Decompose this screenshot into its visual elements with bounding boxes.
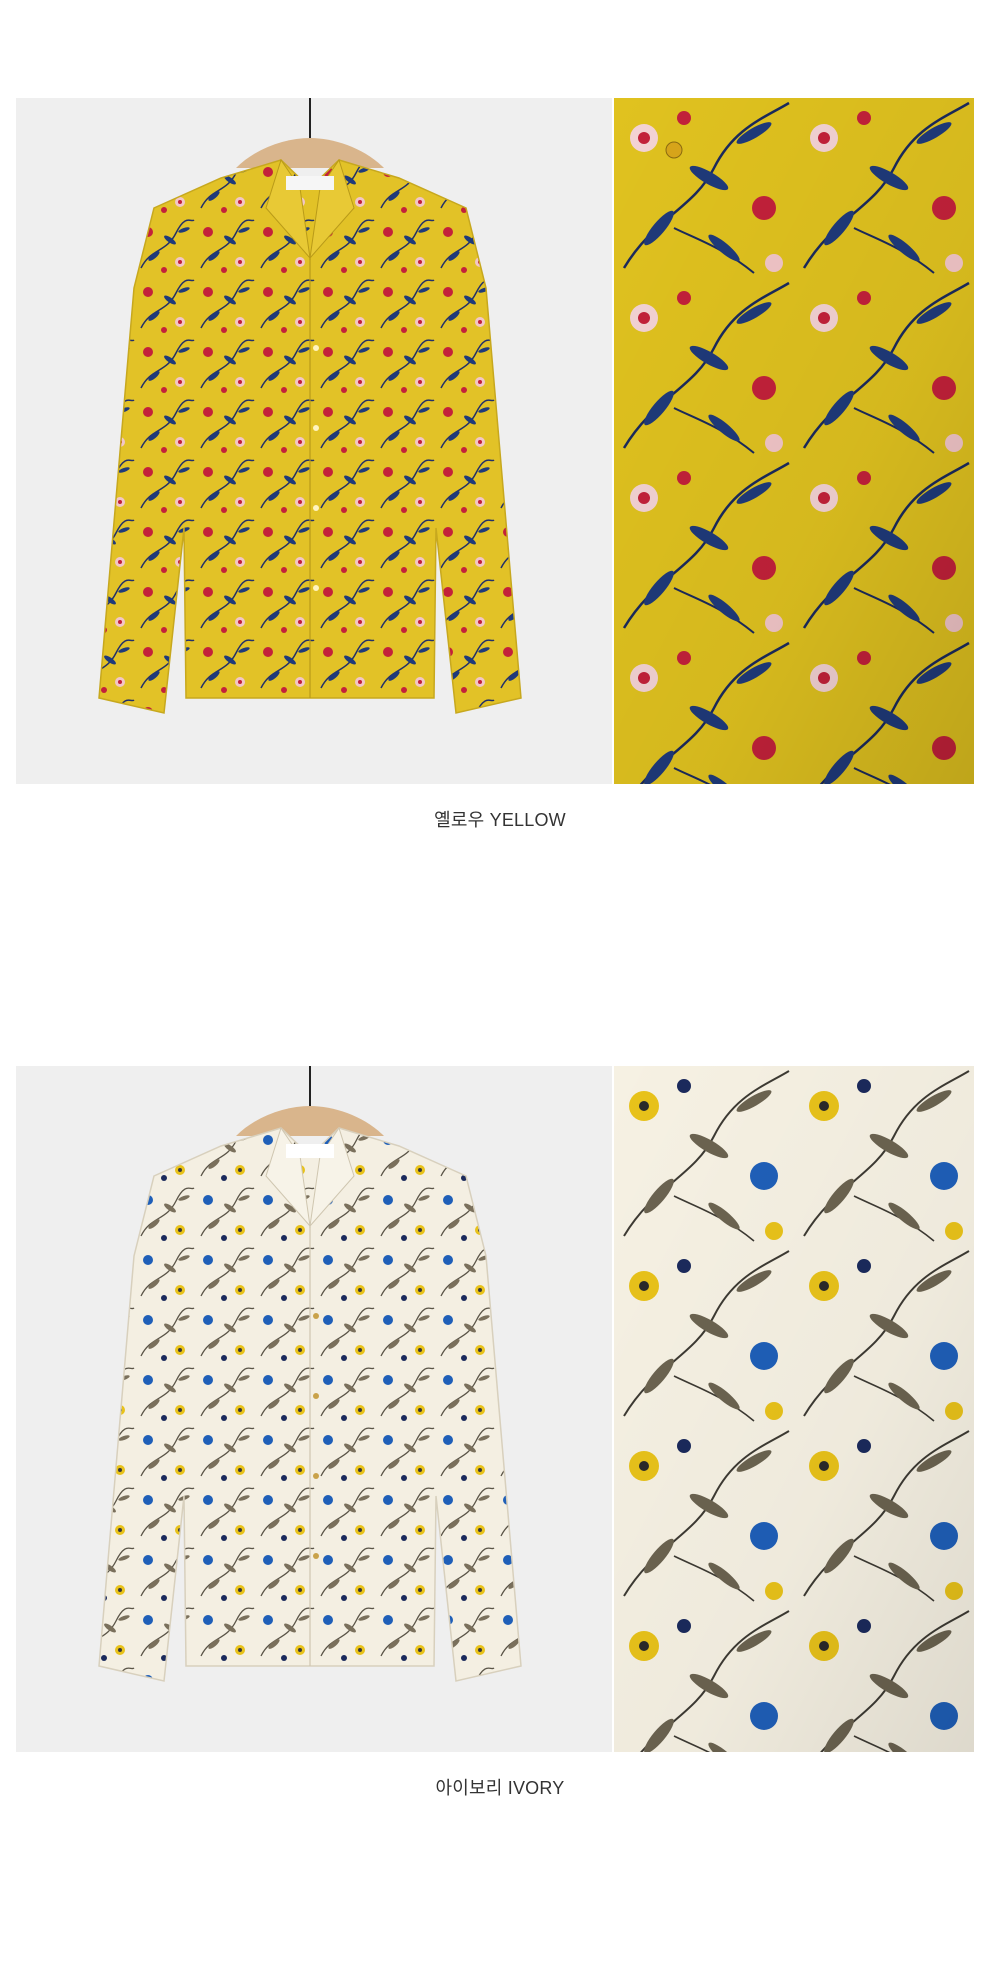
- ivory-fabric-closeup: [614, 1066, 974, 1752]
- product-photo-detail: [614, 1066, 974, 1752]
- variant-caption: 아이보리 IVORY: [435, 1778, 565, 1798]
- yellow-fabric-closeup: [614, 98, 974, 784]
- product-photo-detail: [614, 98, 974, 784]
- product-photo-front: [16, 98, 612, 784]
- variant-caption: 옐로우 YELLOW: [434, 810, 566, 830]
- yellow-blouse-illustration: [98, 98, 522, 714]
- product-photo-front: [16, 1066, 612, 1752]
- ivory-blouse-illustration: [98, 1066, 522, 1682]
